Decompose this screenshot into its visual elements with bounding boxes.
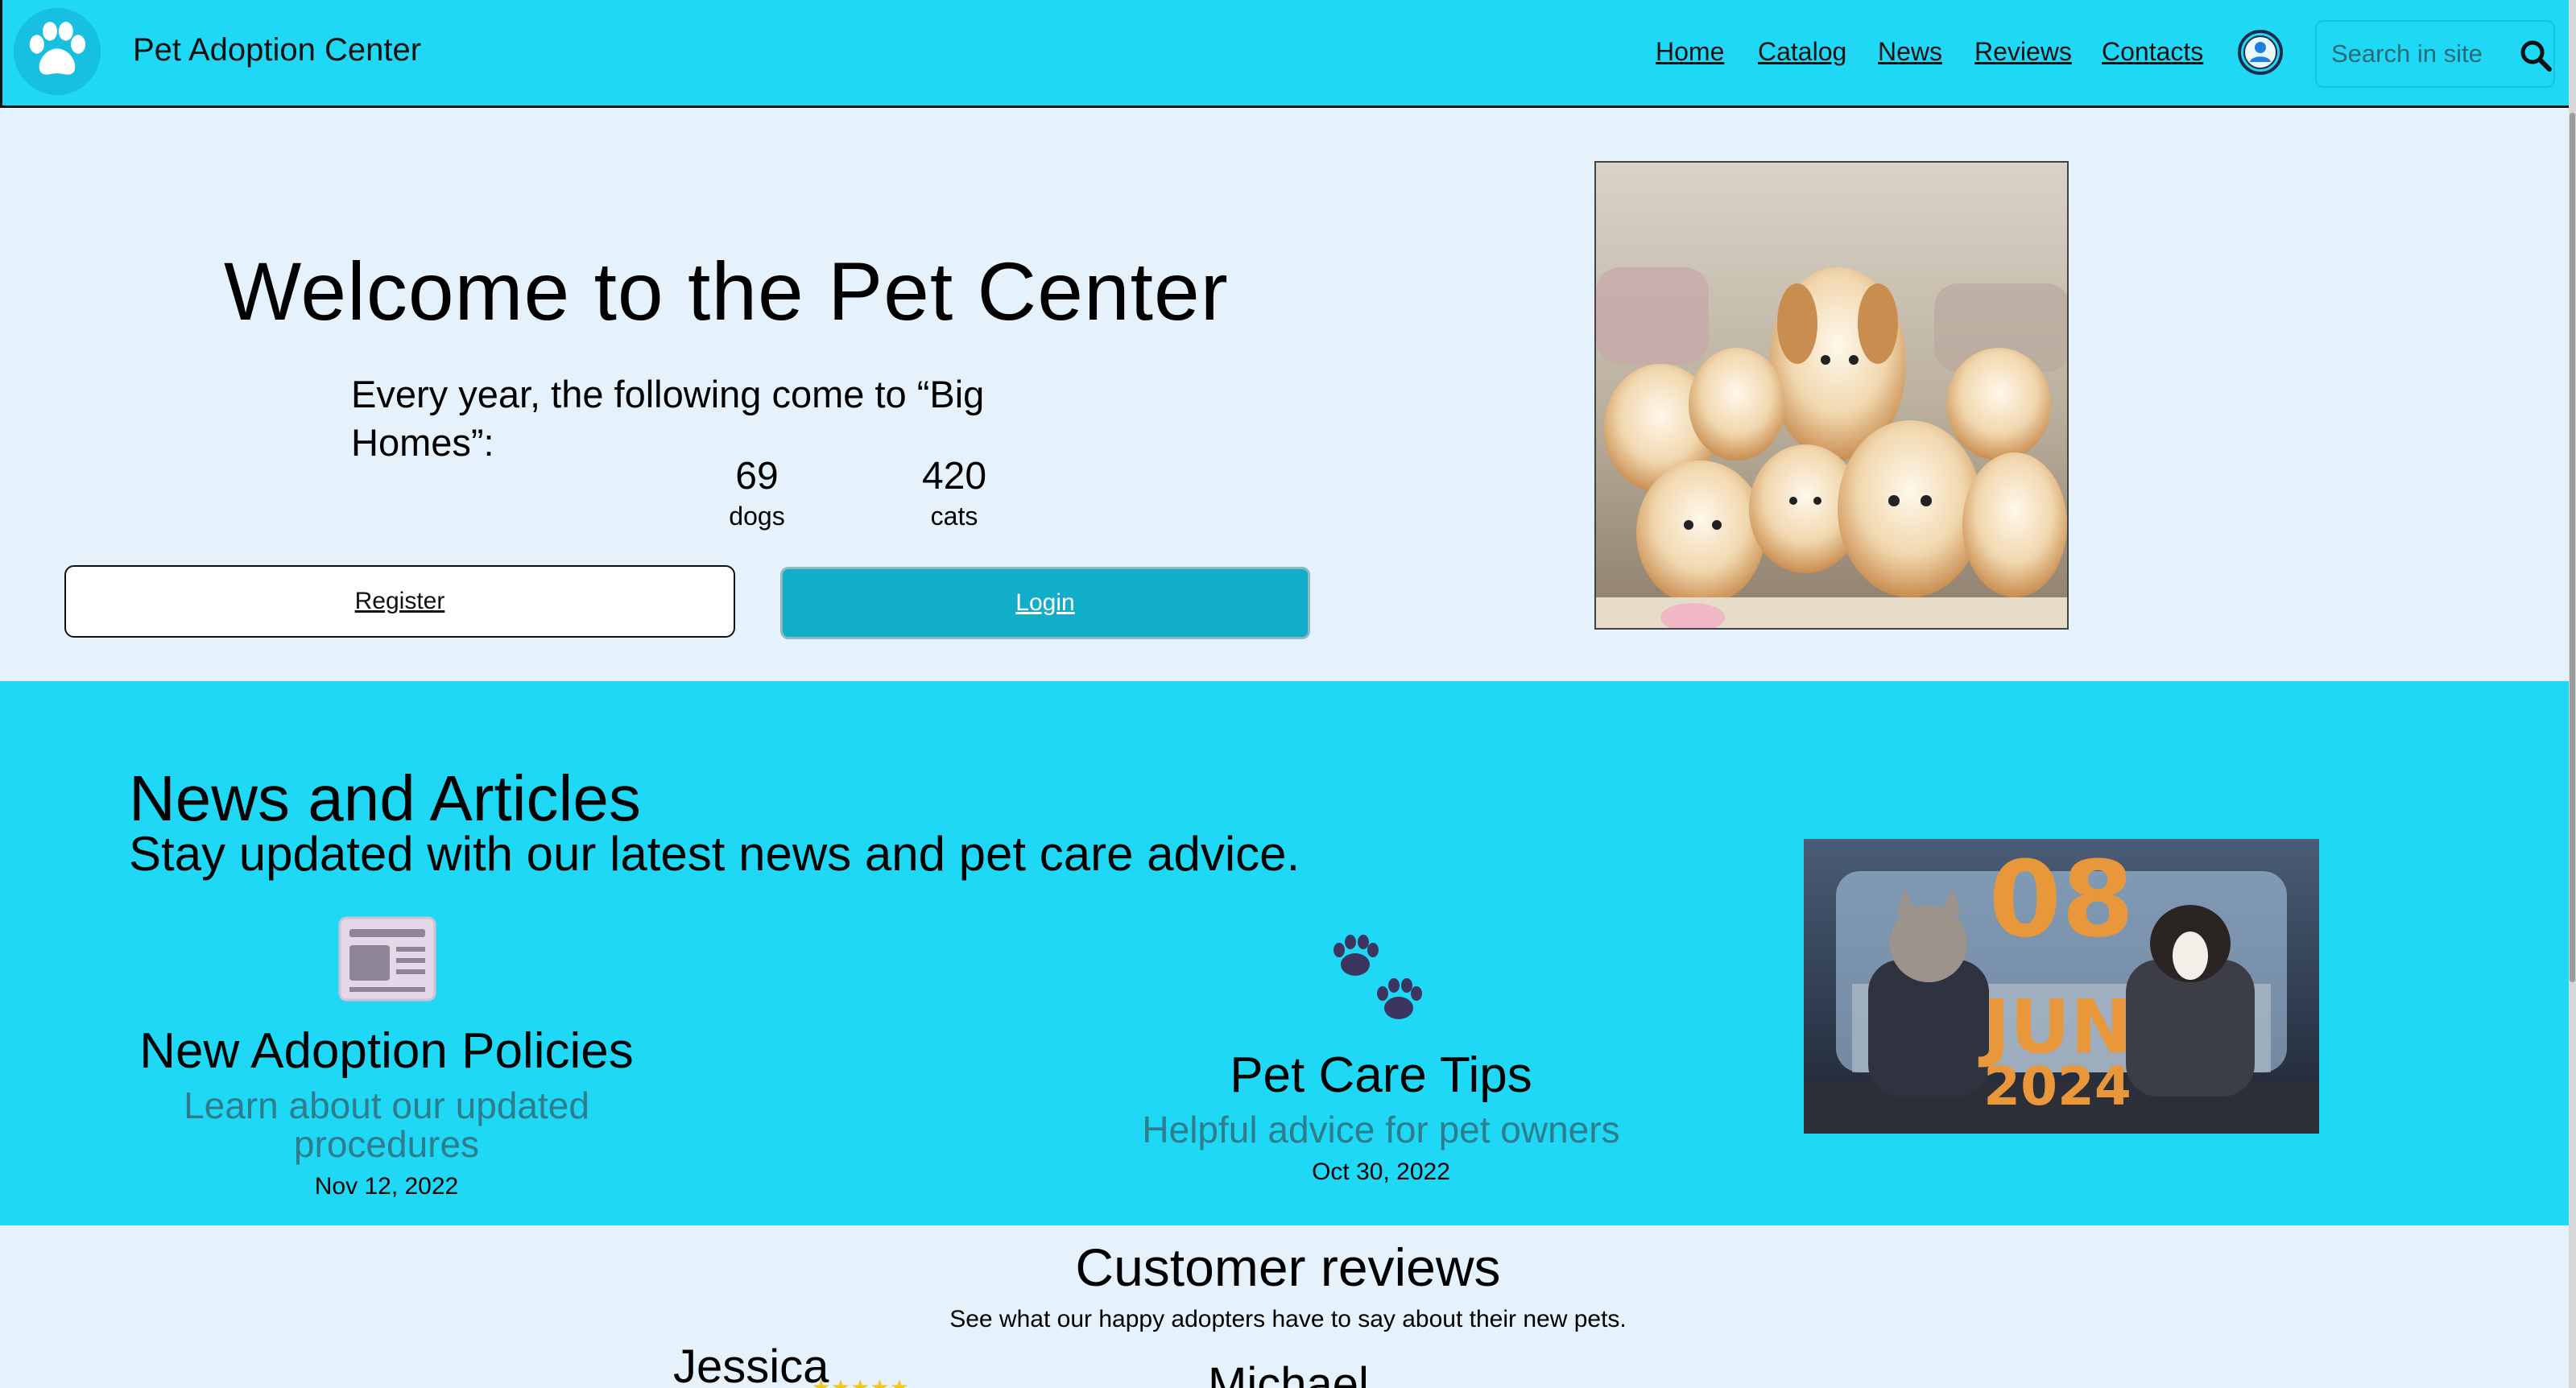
- nav-reviews[interactable]: Reviews: [1974, 37, 2072, 67]
- hero-section: Welcome to the Pet Center Every year, th…: [0, 108, 2576, 681]
- scrollbar-thumb[interactable]: [2570, 113, 2575, 982]
- site-header: Pet Adoption Center Home Catalog News Re…: [0, 0, 2576, 108]
- paw-prints-icon: [1325, 932, 1437, 1029]
- page-scrollbar[interactable]: [2569, 0, 2576, 1388]
- article-date: Oct 30, 2022: [1312, 1159, 1450, 1185]
- stat-cats-value: 420: [921, 455, 987, 498]
- register-button[interactable]: Register: [64, 565, 735, 638]
- stat-cats-label: cats: [930, 502, 978, 531]
- nav-contacts[interactable]: Contacts: [2102, 37, 2203, 67]
- stat-dogs-label: dogs: [729, 502, 785, 531]
- puppies-image: [1594, 161, 2069, 630]
- news-anchor-pets-image: 08 JUN 2024: [1804, 839, 2319, 1134]
- article-card[interactable]: New Adoption Policies Learn about our up…: [129, 915, 644, 1200]
- nav-home[interactable]: Home: [1656, 37, 1724, 67]
- article-description: Helpful advice for pet owners: [1142, 1109, 1620, 1150]
- article-description: Learn about our updated procedures: [184, 1084, 589, 1165]
- hero-title: Welcome to the Pet Center: [224, 246, 1229, 337]
- search-input[interactable]: [2331, 38, 2492, 70]
- reviews-section: Customer reviews See what our happy adop…: [0, 1225, 2576, 1388]
- stat-cats: 420 cats: [894, 454, 1015, 531]
- login-button[interactable]: Login: [780, 567, 1310, 639]
- article-date: Nov 12, 2022: [314, 1173, 459, 1200]
- paw-logo-icon[interactable]: [14, 8, 101, 95]
- newspaper-icon: [335, 915, 438, 1005]
- news-image-day: 08: [1989, 839, 2135, 960]
- nav-news[interactable]: News: [1878, 37, 1942, 67]
- nav-catalog[interactable]: Catalog: [1758, 37, 1846, 67]
- news-title: News and Articles: [129, 762, 641, 834]
- reviewer-name: Michael: [1208, 1358, 1369, 1388]
- search-box: [2315, 20, 2555, 88]
- news-image-year: 2024: [1983, 1055, 2132, 1117]
- hero-subtitle: Every year, the following come to “Big H…: [351, 373, 985, 464]
- news-section: News and Articles Stay updated with our …: [0, 681, 2576, 1225]
- rating-stars: ★★★★★: [812, 1375, 910, 1388]
- news-subtitle: Stay updated with our latest news and pe…: [129, 827, 1300, 881]
- article-title: New Adoption Policies: [139, 1023, 634, 1079]
- stat-dogs: 69 dogs: [709, 454, 805, 531]
- reviews-subtitle: See what our happy adopters have to say …: [949, 1306, 1627, 1332]
- user-account-icon[interactable]: [2237, 29, 2284, 76]
- reviews-title: Customer reviews: [1075, 1237, 1501, 1297]
- article-title: Pet Care Tips: [1230, 1047, 1532, 1103]
- reviewer-name: Jessica: [673, 1340, 829, 1388]
- app-title: Pet Adoption Center: [133, 32, 422, 68]
- stat-dogs-value: 69: [735, 455, 779, 498]
- search-icon[interactable]: [2518, 38, 2553, 73]
- article-card[interactable]: Pet Care Tips Helpful advice for pet own…: [1119, 932, 1643, 1186]
